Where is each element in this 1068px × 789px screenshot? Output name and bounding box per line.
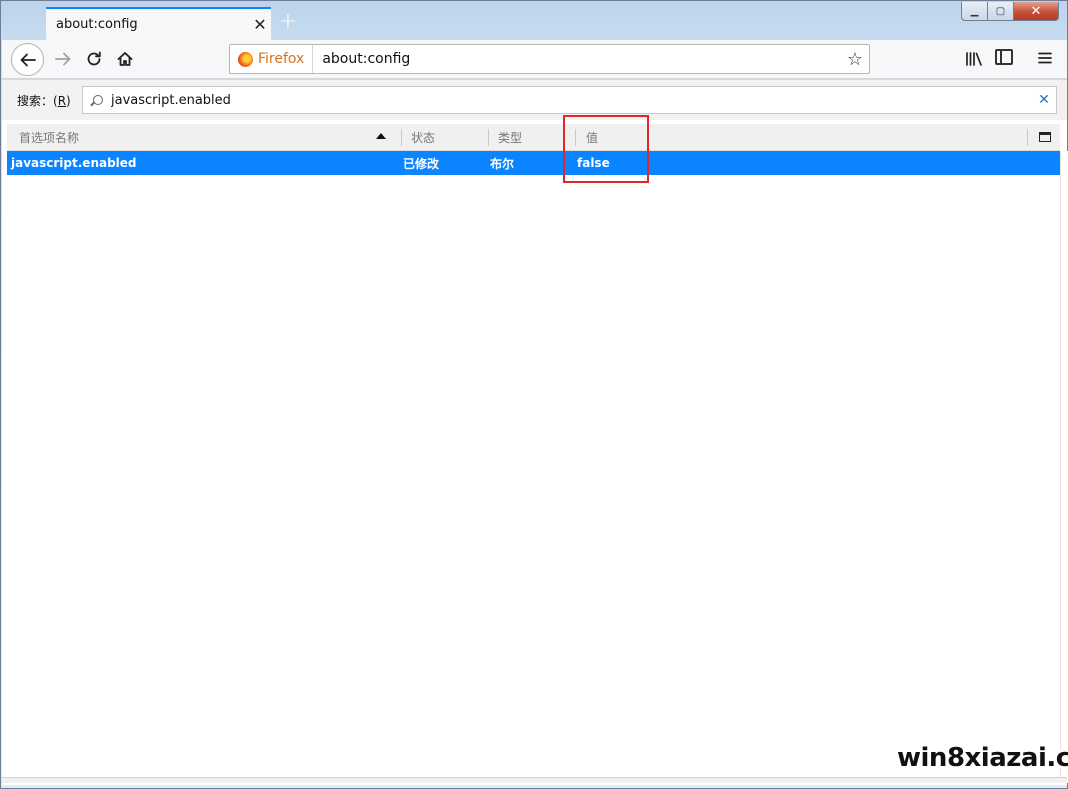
column-header-type[interactable]: 类型	[498, 124, 522, 151]
search-label-accesskey: R	[57, 93, 67, 108]
tab-title: about:config	[56, 17, 138, 32]
column-picker-icon[interactable]	[1039, 132, 1051, 142]
arrow-left-icon	[20, 53, 36, 66]
search-icon	[93, 95, 103, 105]
config-page: 搜索：(R) ✕ 首选项名称 状态 类型 值 javascript.enable…	[2, 80, 1068, 785]
window-close-button[interactable]: ✕	[1014, 2, 1059, 21]
tab-about-config[interactable]: about:config ✕	[46, 7, 271, 40]
reload-button[interactable]	[82, 47, 106, 71]
table-row[interactable]: javascript.enabled 已修改 布尔 false	[7, 151, 1060, 175]
column-header-value[interactable]: 值	[586, 124, 598, 151]
column-header-status[interactable]: 状态	[411, 124, 435, 151]
arrow-right-icon	[55, 52, 71, 66]
hamburger-menu-icon[interactable]	[1034, 47, 1056, 69]
window-controls: ▁ ▢ ✕	[961, 2, 1059, 21]
library-glyph	[966, 52, 982, 66]
forward-button[interactable]	[51, 47, 75, 71]
library-icon[interactable]	[963, 48, 985, 70]
menu-glyph	[1038, 52, 1052, 64]
minimize-button[interactable]: ▁	[961, 2, 988, 21]
pref-status-cell: 已修改	[403, 156, 440, 171]
right-edge	[1060, 151, 1068, 783]
pref-type-cell: 布尔	[490, 156, 515, 171]
new-tab-button[interactable]: +	[277, 9, 299, 35]
column-header-name[interactable]: 首选项名称	[19, 124, 79, 151]
maximize-button[interactable]: ▢	[988, 2, 1014, 21]
home-button[interactable]	[113, 47, 137, 71]
home-icon	[117, 52, 133, 66]
search-input[interactable]	[111, 92, 1032, 108]
pref-value-cell: false	[577, 156, 610, 170]
clear-search-icon[interactable]: ✕	[1032, 92, 1056, 108]
column-divider[interactable]	[488, 129, 489, 146]
url-bar[interactable]: Firefox about:config ☆	[229, 44, 870, 74]
column-divider[interactable]	[575, 129, 576, 146]
column-divider[interactable]	[1027, 129, 1028, 146]
pref-name-cell: javascript.enabled	[11, 156, 137, 170]
sidebar-icon[interactable]	[995, 49, 1013, 65]
reload-icon	[87, 51, 101, 66]
search-row: 搜索：(R) ✕	[2, 80, 1067, 120]
identity-label: Firefox	[258, 51, 305, 67]
sort-ascending-icon	[376, 133, 386, 139]
browser-window: about:config ✕ + ▁ ▢ ✕ Firefox about:con…	[0, 0, 1068, 789]
column-header-row: 首选项名称 状态 类型 值	[7, 124, 1060, 151]
search-box[interactable]: ✕	[82, 86, 1057, 114]
watermark: win8xiazai.com	[897, 743, 1068, 773]
firefox-logo-icon	[238, 51, 253, 67]
tab-close-icon[interactable]: ✕	[249, 15, 271, 34]
search-label-suffix: )	[66, 93, 71, 108]
back-button[interactable]	[11, 43, 44, 76]
navigation-toolbar: Firefox about:config ☆	[2, 40, 1067, 79]
url-text[interactable]: about:config	[313, 51, 841, 67]
status-bar	[2, 777, 1067, 783]
search-label: 搜索：(R)	[17, 92, 71, 109]
search-label-prefix: 搜索：(	[17, 93, 58, 108]
bookmark-star-icon[interactable]: ☆	[841, 49, 869, 70]
column-divider[interactable]	[401, 129, 402, 146]
identity-box[interactable]: Firefox	[230, 45, 314, 73]
